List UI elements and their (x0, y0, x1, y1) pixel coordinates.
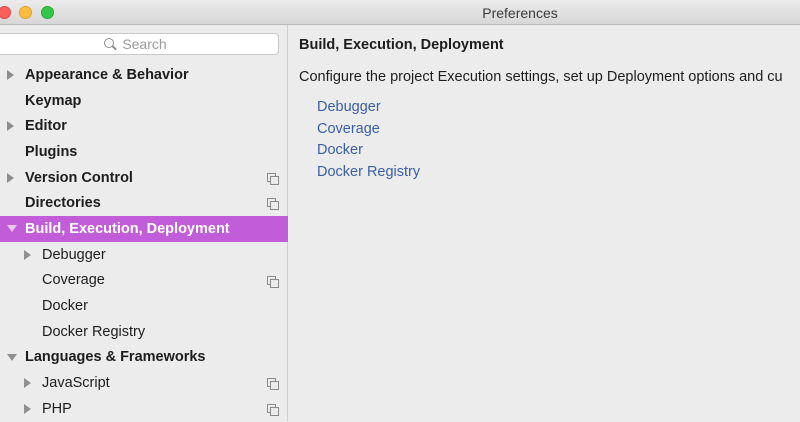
link-coverage[interactable]: Coverage (317, 119, 420, 141)
sidebar-item-label: PHP (42, 400, 72, 417)
project-settings-icon (267, 275, 279, 288)
sidebar-item-label: Plugins (25, 143, 78, 160)
collapse-arrow-icon[interactable] (7, 225, 17, 233)
sidebar-item-debugger[interactable]: Debugger (0, 242, 288, 268)
search-placeholder: Search (122, 36, 167, 52)
link-debugger[interactable]: Debugger (317, 97, 420, 119)
sidebar-item-label: Version Control (25, 169, 133, 186)
sidebar-item-version-control[interactable]: Version Control (0, 165, 288, 191)
sidebar-item-label: Debugger (42, 246, 106, 263)
sidebar-item-appearance-and-behavior[interactable]: Appearance & Behavior (0, 62, 288, 88)
sidebar-item-label: Languages & Frameworks (25, 349, 206, 366)
sidebar-item-php[interactable]: PHP (0, 396, 288, 422)
sidebar-item-label: JavaScript (42, 375, 110, 392)
expand-arrow-icon[interactable] (7, 121, 14, 132)
subsection-links: Debugger Coverage Docker Docker Registry (317, 97, 420, 184)
sidebar-item-label: Keymap (25, 92, 82, 109)
sidebar-item-docker-registry[interactable]: Docker Registry (0, 319, 288, 345)
sidebar-item-languages-and-frameworks[interactable]: Languages & Frameworks (0, 345, 288, 371)
settings-tree: Appearance & Behavior Keymap Editor Plugins… (0, 62, 288, 422)
title-bar: Preferences (0, 0, 800, 25)
link-docker[interactable]: Docker (317, 140, 420, 162)
project-settings-icon (267, 198, 279, 211)
expand-arrow-icon[interactable] (7, 69, 14, 80)
sidebar-item-label: Directories (25, 195, 101, 212)
sidebar-item-editor[interactable]: Editor (0, 113, 288, 139)
expand-arrow-icon[interactable] (7, 172, 14, 183)
expand-arrow-icon[interactable] (24, 378, 31, 389)
link-docker-registry[interactable]: Docker Registry (317, 162, 420, 184)
sidebar-item-label: Docker Registry (42, 323, 146, 340)
sidebar-item-javascript[interactable]: JavaScript (0, 370, 288, 396)
sidebar-item-directories[interactable]: Directories (0, 190, 288, 216)
search-field[interactable]: Search (0, 33, 279, 55)
sidebar-item-label: Editor (25, 118, 67, 135)
sidebar-item-docker[interactable]: Docker (0, 293, 288, 319)
project-settings-icon (267, 378, 279, 391)
window-title: Preferences (482, 5, 558, 21)
sidebar-item-label: Appearance & Behavior (25, 66, 189, 83)
page-title: Build, Execution, Deployment (299, 37, 504, 53)
sidebar-item-keymap[interactable]: Keymap (0, 88, 288, 114)
settings-sidebar: Search Appearance & Behavior Keymap Editor… (0, 25, 288, 421)
settings-content: Build, Execution, Deployment Configure t… (289, 25, 800, 421)
sidebar-item-label: Docker (42, 298, 88, 315)
sidebar-item-label: Build, Execution, Deployment (25, 220, 230, 237)
expand-arrow-icon[interactable] (24, 249, 31, 260)
sidebar-item-plugins[interactable]: Plugins (0, 139, 288, 165)
project-settings-icon (267, 172, 279, 185)
project-settings-icon (267, 403, 279, 416)
sidebar-item-coverage[interactable]: Coverage (0, 268, 288, 294)
collapse-arrow-icon[interactable] (7, 353, 17, 361)
expand-arrow-icon[interactable] (24, 403, 31, 414)
sidebar-item-build-execution-deployment[interactable]: Build, Execution, Deployment (0, 216, 288, 242)
page-description: Configure the project Execution settings… (299, 69, 783, 85)
search-icon (104, 38, 116, 50)
sidebar-item-label: Coverage (42, 272, 105, 289)
